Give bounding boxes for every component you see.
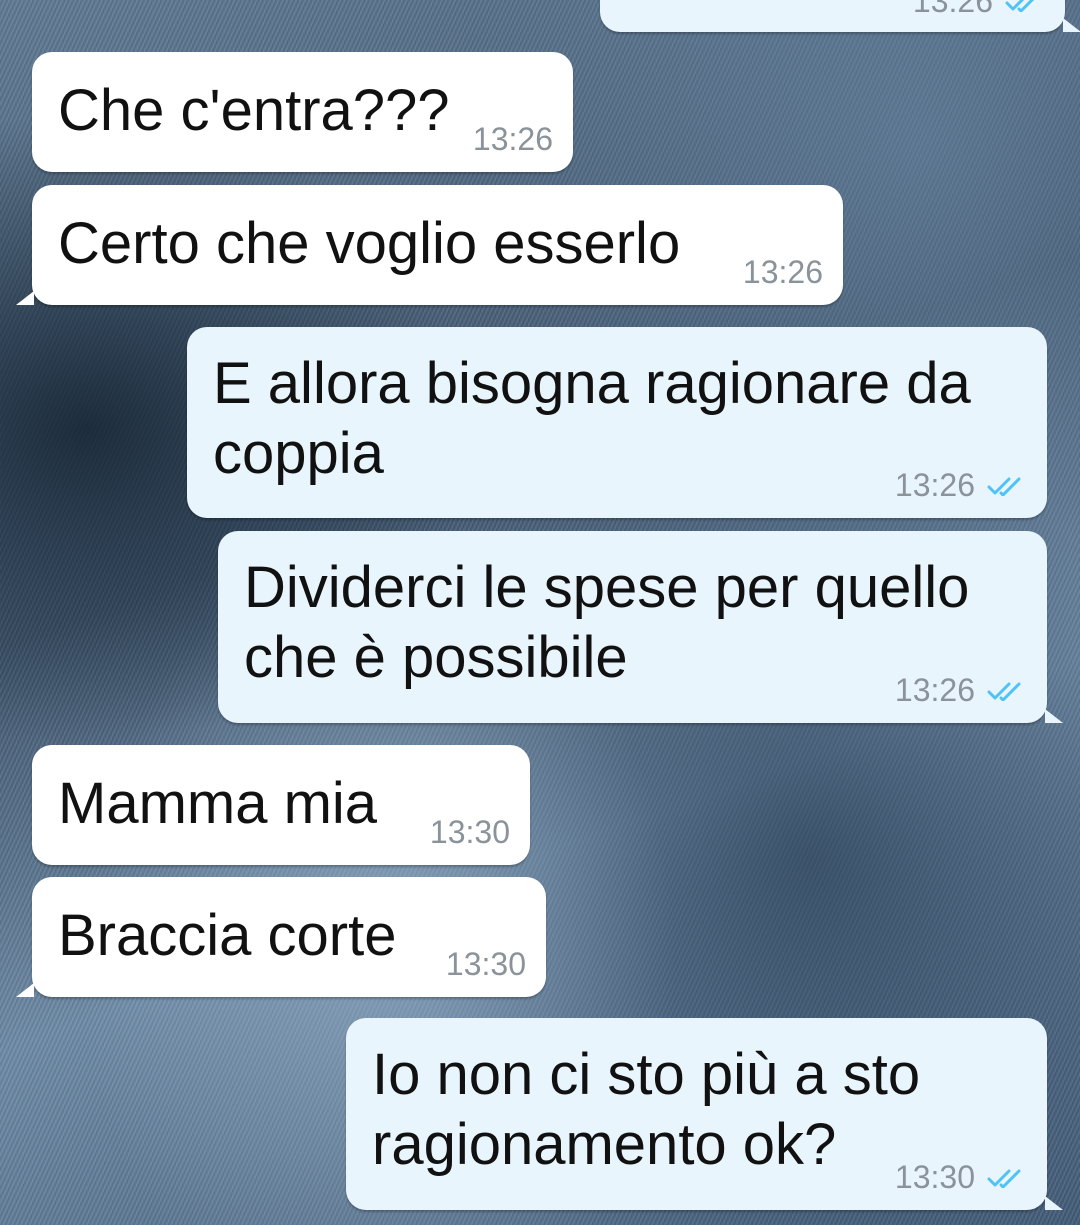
message-text: Certo che voglio esserlo: [58, 211, 681, 276]
message-bubble-incoming[interactable]: Che c'entra??? 13:26: [32, 52, 573, 172]
message-bubble-incoming[interactable]: Mamma mia 13:30: [32, 745, 530, 865]
message-timestamp: 13:30: [429, 814, 510, 850]
message-timestamp: 13:30: [895, 1159, 1027, 1196]
double-check-icon: [987, 476, 1027, 496]
double-check-icon: [1005, 0, 1045, 12]
message-text: E allora bisogna ragionare da coppia: [213, 351, 971, 486]
message-text: Mamma mia: [58, 771, 378, 836]
double-check-icon: [987, 1168, 1027, 1188]
message-bubble-outgoing[interactable]: E allora bisogna ragionare da coppia 13:…: [187, 327, 1047, 518]
message-timestamp: 13:26: [472, 121, 553, 157]
double-check-icon: [987, 681, 1027, 701]
message-bubble-outgoing[interactable]: Io non ci sto più a sto ragionamento ok?…: [346, 1018, 1063, 1210]
message-timestamp: 13:30: [445, 946, 526, 982]
message-bubble-outgoing[interactable]: Dividerci le spese per quello che è poss…: [218, 531, 1063, 723]
message-timestamp: 13:26: [895, 672, 1027, 709]
message-timestamp: 13:26: [895, 467, 1027, 504]
message-bubble-incoming[interactable]: Braccia corte 13:30: [16, 877, 546, 997]
message-bubble-incoming[interactable]: Certo che voglio esserlo 13:26: [16, 185, 843, 305]
message-text: Dividerci le spese per quello che è poss…: [244, 555, 970, 690]
message-text: Io non ci sto più a sto ragionamento ok?: [372, 1042, 921, 1177]
message-text: Braccia corte: [58, 903, 397, 968]
message-bubble-outgoing[interactable]: 13:26: [600, 0, 1080, 32]
message-text: Che c'entra???: [58, 78, 450, 143]
message-timestamp: 13:26: [913, 0, 1045, 20]
chat-screen: { "chat": { "messages": [ {"direction": …: [0, 0, 1080, 1225]
message-timestamp: 13:26: [742, 254, 823, 290]
